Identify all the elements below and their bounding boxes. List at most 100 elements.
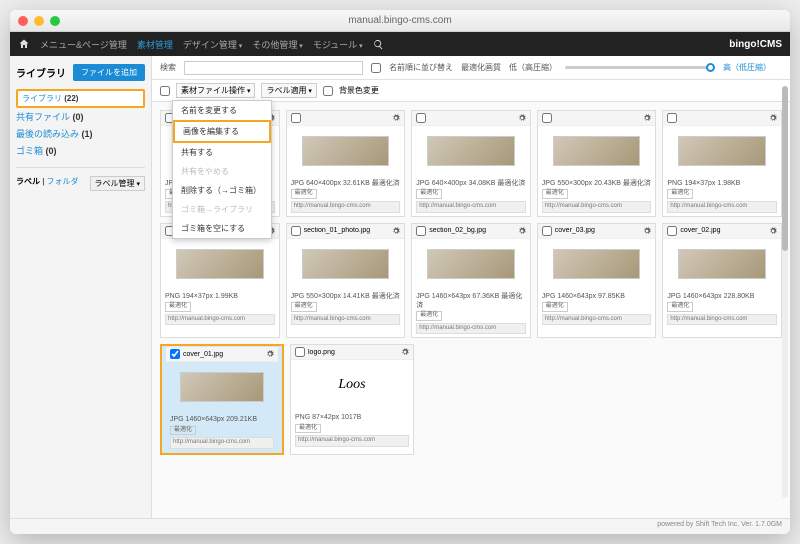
card-url[interactable]: http://manual.bingo-cms.com xyxy=(667,314,777,326)
search-label: 検索 xyxy=(160,62,176,73)
close-window-button[interactable] xyxy=(18,16,28,26)
card-url[interactable]: http://manual.bingo-cms.com xyxy=(291,201,401,213)
menu-item[interactable]: 削除する（→ゴミ箱） xyxy=(173,181,271,200)
address-bar[interactable]: manual.bingo-cms.com xyxy=(348,15,451,26)
card-checkbox[interactable] xyxy=(291,113,301,123)
card-checkbox[interactable] xyxy=(291,226,301,236)
sidebar-item-ライブラリ[interactable]: ライブラリ (22) xyxy=(16,89,145,108)
label-apply-select[interactable]: ラベル適用 xyxy=(261,83,316,98)
asset-card[interactable]: section_02_bg.jpg JPG 1460×643px 67.36KB … xyxy=(411,223,531,339)
card-checkbox[interactable] xyxy=(542,113,552,123)
card-url[interactable]: http://manual.bingo-cms.com xyxy=(291,314,401,326)
quality-high-label: 高（低圧縮） xyxy=(723,62,771,73)
menu-item[interactable]: 名前を変更する xyxy=(173,101,271,120)
gear-icon[interactable] xyxy=(518,227,526,235)
asset-card[interactable]: cover_03.jpgJPG 1460×643px 97.85KB最適化htt… xyxy=(537,223,657,339)
card-meta: JPG 550×300px 14.41KB 最適化済 xyxy=(291,292,401,301)
menu-item[interactable]: 共有する xyxy=(173,143,271,162)
opt-badge: 最適化 xyxy=(295,424,321,434)
asset-card[interactable]: PNG 194×37px 1.98KB最適化http://manual.bing… xyxy=(662,110,782,217)
asset-card[interactable]: JPG 640×400px 32.61KB 最適化済最適化http://manu… xyxy=(286,110,406,217)
nav-design[interactable]: デザイン管理 xyxy=(183,38,242,51)
gear-icon[interactable] xyxy=(392,227,400,235)
card-checkbox[interactable] xyxy=(667,113,677,123)
card-url[interactable]: http://manual.bingo-cms.com xyxy=(165,314,275,326)
menu-item[interactable]: 画像を編集する xyxy=(173,120,271,143)
card-meta: PNG 194×37px 1.98KB xyxy=(667,179,777,188)
nav-material[interactable]: 素材管理 xyxy=(137,38,173,51)
opt-badge: 最適化 xyxy=(165,302,191,312)
thumbnail xyxy=(176,249,264,279)
sidebar-item-最後の読み込み[interactable]: 最後の読み込み (1) xyxy=(16,125,145,142)
gear-icon[interactable] xyxy=(392,114,400,122)
thumbnail xyxy=(427,249,515,279)
slider-knob[interactable] xyxy=(706,63,715,72)
card-checkbox[interactable] xyxy=(170,349,180,359)
sort-name-label: 名前順に並び替え xyxy=(389,62,453,73)
card-filename: cover_03.jpg xyxy=(555,227,641,234)
gear-icon[interactable] xyxy=(643,114,651,122)
sort-name-checkbox[interactable] xyxy=(371,63,381,73)
asset-card[interactable]: JPG 640×400px 34.08KB 最適化済最適化http://manu… xyxy=(411,110,531,217)
nav-module[interactable]: モジュール xyxy=(313,38,363,51)
nav-other[interactable]: その他管理 xyxy=(252,38,302,51)
search-input[interactable] xyxy=(184,61,363,75)
logo-thumb: Loos xyxy=(338,377,365,393)
asset-card[interactable]: section_01_photo.jpg JPG 550×300px 14.41K… xyxy=(286,223,406,339)
card-url[interactable]: http://manual.bingo-cms.com xyxy=(416,201,526,213)
card-url[interactable]: http://manual.bingo-cms.com xyxy=(295,435,409,447)
quality-slider[interactable] xyxy=(565,66,715,69)
card-checkbox[interactable] xyxy=(416,113,426,123)
card-filename: section_02_bg.jpg xyxy=(429,227,515,234)
thumbnail xyxy=(302,249,390,279)
card-checkbox[interactable] xyxy=(667,226,677,236)
gear-icon[interactable] xyxy=(266,350,274,358)
card-url[interactable]: http://manual.bingo-cms.com xyxy=(667,201,777,213)
card-checkbox[interactable] xyxy=(416,226,426,236)
asset-card[interactable]: JPG 550×300px 20.43KB 最適化済最適化http://manu… xyxy=(537,110,657,217)
gear-icon[interactable] xyxy=(643,227,651,235)
asset-card[interactable]: cover_01.jpgJPG 1460×643px 209.21KB最適化ht… xyxy=(160,344,284,455)
maximize-window-button[interactable] xyxy=(50,16,60,26)
sidebar-item-ゴミ箱[interactable]: ゴミ箱 (0) xyxy=(16,142,145,159)
gear-icon[interactable] xyxy=(518,114,526,122)
card-url[interactable]: http://manual.bingo-cms.com xyxy=(542,201,652,213)
search-icon[interactable] xyxy=(373,39,384,50)
opt-badge: 最適化 xyxy=(291,302,317,312)
card-url[interactable]: http://manual.bingo-cms.com xyxy=(542,314,652,326)
opt-badge: 最適化 xyxy=(291,189,317,199)
card-meta: JPG 1460×643px 67.36KB 最適化済 xyxy=(416,292,526,310)
card-checkbox[interactable] xyxy=(295,347,305,357)
bg-change-label: 背景色変更 xyxy=(339,85,379,96)
home-icon[interactable] xyxy=(18,38,30,50)
sidebar: ライブラリ ファイルを追加 ライブラリ (22)共有ファイル (0)最後の読み込… xyxy=(10,56,152,518)
card-url[interactable]: http://manual.bingo-cms.com xyxy=(416,323,526,335)
sidebar-item-共有ファイル[interactable]: 共有ファイル (0) xyxy=(16,108,145,125)
card-filename: section_01_photo.jpg xyxy=(304,227,390,234)
gear-icon[interactable] xyxy=(401,348,409,356)
scrollbar-handle[interactable] xyxy=(782,86,788,251)
gear-icon[interactable] xyxy=(769,114,777,122)
card-url[interactable]: http://manual.bingo-cms.com xyxy=(170,437,274,449)
nav-menu-pages[interactable]: メニュー&ページ管理 xyxy=(40,38,127,51)
tab-folder[interactable]: フォルダ xyxy=(47,177,79,186)
thumbnail xyxy=(180,372,263,402)
opt-badge: 最適化 xyxy=(416,311,442,321)
gear-icon[interactable] xyxy=(769,227,777,235)
tab-label[interactable]: ラベル xyxy=(16,177,40,186)
bg-change-checkbox[interactable] xyxy=(323,86,333,96)
divider xyxy=(16,167,145,168)
add-file-button[interactable]: ファイルを追加 xyxy=(73,64,145,81)
scrollbar[interactable] xyxy=(782,86,788,498)
asset-card[interactable]: cover_02.jpgJPG 1460×643px 228.80KB最適化ht… xyxy=(662,223,782,339)
card-checkbox[interactable] xyxy=(542,226,552,236)
sidebar-title: ライブラリ xyxy=(16,65,66,80)
menu-item[interactable]: ゴミ箱を空にする xyxy=(173,219,271,238)
card-filename: logo.png xyxy=(308,349,398,356)
file-ops-select[interactable]: 素材ファイル操作 xyxy=(176,83,255,98)
minimize-window-button[interactable] xyxy=(34,16,44,26)
label-mgmt-button[interactable]: ラベル管理 xyxy=(90,176,145,191)
asset-card[interactable]: logo.pngLoosPNG 87×42px 1017B最適化http://m… xyxy=(290,344,414,455)
asset-card[interactable]: PNG 194×37px 1.99KB最適化http://manual.bing… xyxy=(160,223,280,339)
select-all-checkbox[interactable] xyxy=(160,86,170,96)
